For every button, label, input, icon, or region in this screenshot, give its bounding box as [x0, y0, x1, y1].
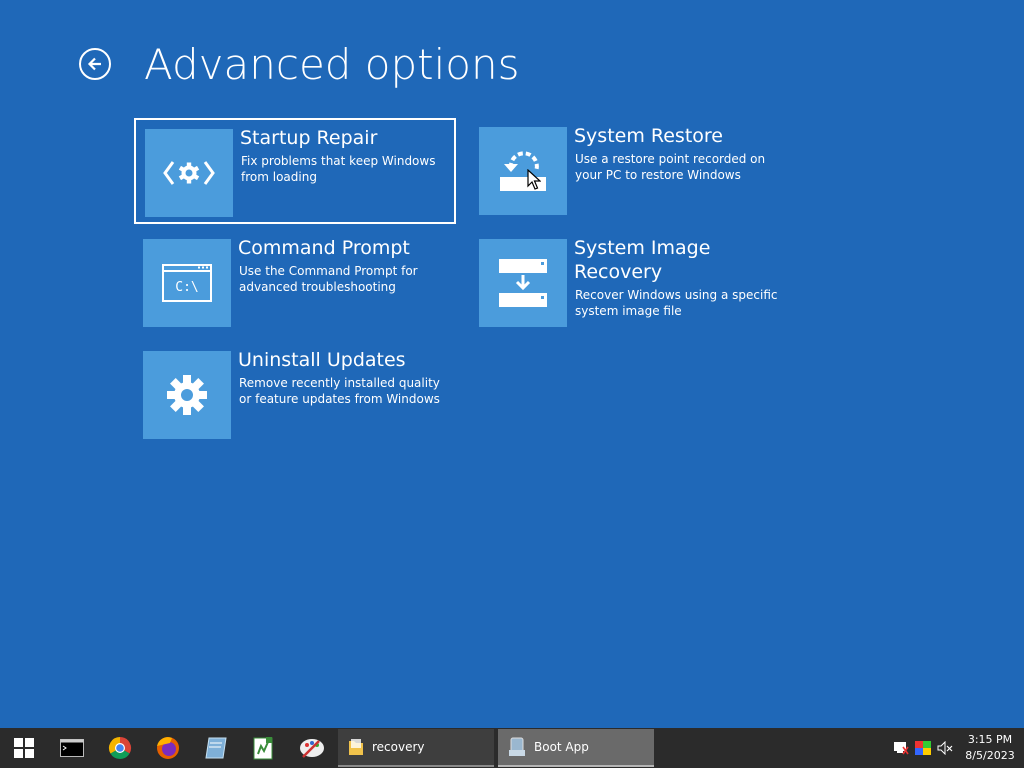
option-system-restore[interactable]: System Restore Use a restore point recor…: [470, 118, 792, 224]
option-description: Recover Windows using a specific system …: [575, 288, 778, 318]
option-uninstall-updates[interactable]: Uninstall Updates Remove recently instal…: [134, 342, 456, 448]
taskbar-window-recovery[interactable]: recovery: [338, 729, 494, 767]
taskbar-paint[interactable]: [288, 728, 336, 768]
chrome-icon: [108, 737, 132, 760]
clock-time: 3:15 PM: [967, 733, 1013, 746]
clock-date: 8/5/2023: [965, 749, 1015, 762]
option-description: Use the Command Prompt for advanced trou…: [239, 264, 418, 294]
firefox-icon: [157, 737, 179, 759]
option-title: Startup Repair: [240, 127, 378, 149]
system-image-icon: [499, 259, 547, 307]
option-system-image-recovery[interactable]: System Image Recovery Recover Windows us…: [470, 230, 792, 336]
clock[interactable]: 3:15 PM 8/5/2023: [956, 732, 1024, 764]
gear-icon: [167, 375, 207, 415]
option-description: Remove recently installed quality or fea…: [239, 376, 440, 406]
option-title: System Restore: [574, 125, 723, 147]
taskbar-window-label: Boot App: [534, 740, 589, 754]
option-description: Use a restore point recorded on your PC …: [575, 152, 766, 182]
taskbar-firefox[interactable]: [144, 728, 192, 768]
folder-icon: [349, 739, 363, 755]
paint-icon: [300, 739, 324, 758]
option-startup-repair[interactable]: Startup Repair Fix problems that keep Wi…: [134, 118, 456, 224]
start-button[interactable]: [0, 728, 48, 768]
tray-volume[interactable]: [934, 728, 956, 768]
start-icon: [14, 738, 34, 758]
option-title: Command Prompt: [238, 237, 410, 259]
taskbar: recovery Boot App 3:15 PM 8/5/2023: [0, 728, 1024, 768]
taskbar-chrome[interactable]: [96, 728, 144, 768]
option-tile: [479, 239, 567, 327]
command-prompt-icon: C:\: [162, 264, 212, 302]
network-icon: [894, 742, 909, 755]
option-tile: [145, 129, 233, 217]
back-arrow-icon: [87, 57, 101, 71]
editor-icon: [253, 737, 273, 760]
mouse-cursor-icon: [527, 169, 541, 190]
tray-display[interactable]: [912, 728, 934, 768]
system-tray: 3:15 PM 8/5/2023: [890, 728, 1024, 768]
notepad-icon: [205, 737, 227, 759]
taskbar-window-label: recovery: [372, 740, 425, 754]
taskbar-editor[interactable]: [240, 728, 288, 768]
cmd-icon: [60, 739, 84, 757]
option-tile: [143, 351, 231, 439]
taskbar-cmd[interactable]: [48, 728, 96, 768]
option-title: Uninstall Updates: [238, 349, 406, 371]
boot-app-icon: [509, 737, 525, 756]
startup-repair-icon: [163, 161, 215, 185]
taskbar-window-boot-app[interactable]: Boot App: [498, 729, 654, 767]
back-button[interactable]: [79, 48, 111, 80]
option-title: System Image Recovery: [574, 237, 711, 283]
option-tile: C:\: [143, 239, 231, 327]
command-prompt-text: C:\: [175, 280, 198, 295]
tray-network[interactable]: [890, 728, 912, 768]
option-description: Fix problems that keep Windows from load…: [241, 154, 436, 184]
option-tile: [479, 127, 567, 215]
display-icon: [915, 741, 931, 755]
page-title: Advanced options: [144, 40, 520, 89]
option-command-prompt[interactable]: C:\ Command Prompt Use the Command Promp…: [134, 230, 456, 336]
volume-muted-icon: [937, 741, 953, 755]
taskbar-notepad[interactable]: [192, 728, 240, 768]
